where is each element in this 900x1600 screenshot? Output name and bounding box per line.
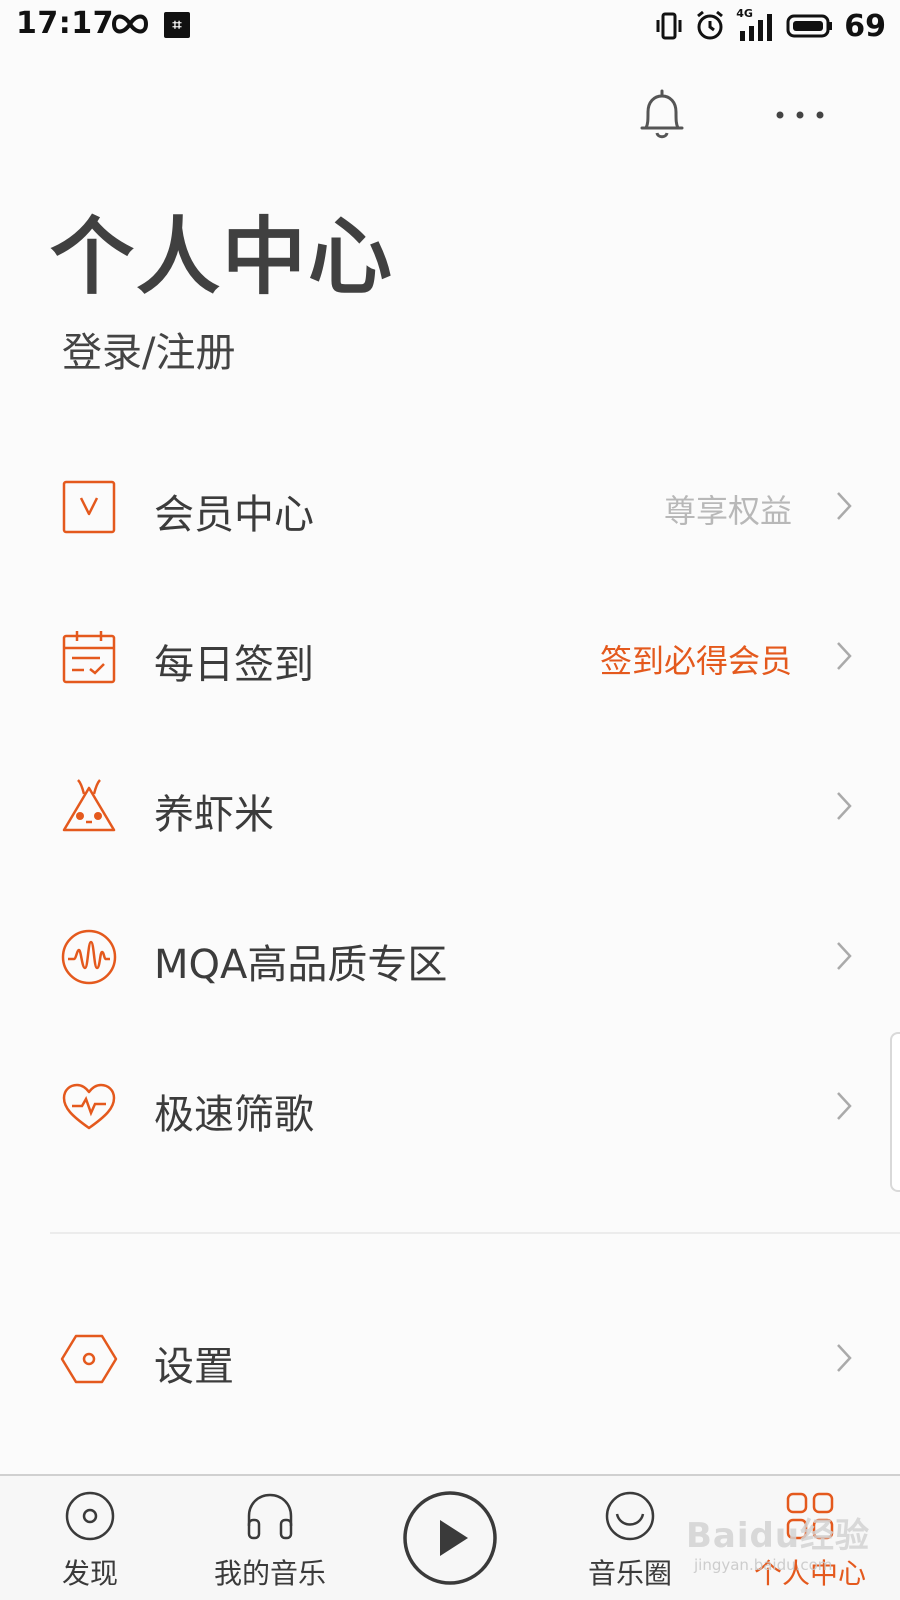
menu-label: MQA高品质专区	[154, 942, 448, 988]
status-right: 4G 69	[654, 6, 886, 46]
menu-hint: 签到必得会员	[599, 642, 792, 680]
menu-item-mqa-zone[interactable]: MQA高品质专区	[0, 906, 900, 1006]
section-divider	[50, 1232, 900, 1234]
disc-icon	[65, 1491, 115, 1541]
status-bar: 17:17 ⌗ 4G 69	[0, 0, 900, 52]
signal-indicator: 4G	[736, 7, 776, 43]
menu-item-raise-shrimp[interactable]: 养虾米	[0, 756, 900, 856]
watermark: Baidu经验	[686, 1516, 871, 1556]
vibrate-icon	[656, 12, 682, 40]
nav-label: 发现	[61, 1557, 118, 1590]
waveform-icon	[61, 929, 117, 985]
chevron-right-icon	[837, 792, 852, 820]
alarm-icon	[697, 10, 724, 40]
side-scroll-handle[interactable]	[890, 1032, 900, 1192]
menu-hint: 尊享权益	[663, 492, 792, 530]
nav-tab-discover[interactable]: 发现	[10, 1476, 170, 1600]
menu-item-vip-center[interactable]: 会员中心 尊享权益	[0, 456, 900, 556]
hash-notification-icon: ⌗	[164, 12, 190, 38]
nav-label: 我的音乐	[213, 1557, 326, 1590]
more-options-icon[interactable]	[770, 100, 830, 130]
page-title: 个人中心	[50, 208, 395, 306]
watermark-url: jingyan.baidu.com	[694, 1556, 833, 1574]
heart-pulse-icon	[62, 1083, 116, 1130]
chevron-right-icon	[837, 642, 852, 670]
chevron-right-icon	[837, 492, 852, 520]
chevron-right-icon	[837, 942, 852, 970]
menu-item-settings[interactable]: 设置	[0, 1308, 900, 1408]
menu-label: 养虾米	[154, 792, 274, 838]
settings-hexagon-icon	[60, 1334, 118, 1384]
chevron-right-icon	[837, 1344, 852, 1372]
battery-level: 69	[844, 8, 886, 44]
menu-label: 极速筛歌	[154, 1092, 314, 1138]
infinity-icon	[111, 14, 149, 34]
status-time: 17:17	[16, 6, 114, 41]
headphones-icon	[247, 1493, 293, 1540]
bell-icon[interactable]	[636, 88, 688, 144]
nav-tab-my-music[interactable]: 我的音乐	[190, 1476, 350, 1600]
login-register-link[interactable]: 登录/注册	[62, 320, 235, 378]
battery-icon	[786, 14, 833, 38]
vip-icon	[62, 480, 116, 534]
menu-item-quick-song-filter[interactable]: 极速筛歌	[0, 1056, 900, 1156]
calendar-check-icon	[62, 631, 116, 684]
smile-circle-icon	[605, 1491, 655, 1541]
menu-label: 会员中心	[154, 492, 314, 538]
nav-label: 音乐圈	[587, 1557, 672, 1590]
menu-item-daily-checkin[interactable]: 每日签到 签到必得会员	[0, 606, 900, 706]
shrimp-pet-icon	[62, 779, 116, 832]
menu-label: 每日签到	[154, 642, 314, 688]
play-button[interactable]	[402, 1490, 498, 1586]
chevron-right-icon	[837, 1092, 852, 1120]
menu-label: 设置	[154, 1344, 234, 1390]
signal-icon	[740, 14, 773, 41]
